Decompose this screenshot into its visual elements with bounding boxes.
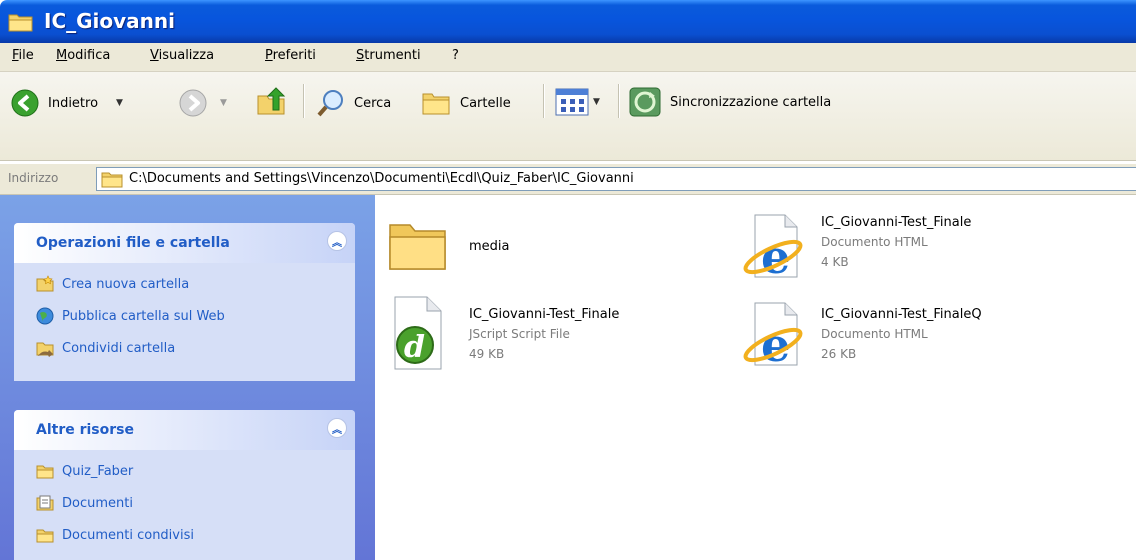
forward-button[interactable]: ▼ (178, 88, 227, 118)
folder-icon (101, 172, 123, 188)
up-folder-icon (257, 87, 286, 115)
menu-file[interactable]: File (12, 48, 34, 63)
address-input[interactable]: C:\Documents and Settings\Vincenzo\Docum… (96, 167, 1136, 191)
search-button[interactable]: Cerca (316, 88, 391, 118)
folders-icon (422, 93, 450, 115)
link-label: Documenti condivisi (62, 527, 194, 543)
views-button[interactable]: ▼ (555, 88, 600, 116)
toolbar-separator (543, 84, 545, 118)
link-label: Crea nuova cartella (62, 276, 190, 292)
file-size: 4 KB (821, 255, 849, 269)
toolbar: Indietro ▼ ▼ Cerca Cartelle ▼ Sincronizz… (0, 72, 1136, 161)
folder-icon (36, 465, 54, 479)
search-icon (317, 90, 343, 117)
link-label: Documenti (62, 495, 133, 511)
sync-folder-button[interactable]: Sincronizzazione cartella (628, 86, 831, 118)
file-size: 49 KB (469, 347, 505, 361)
file-size: 26 KB (821, 347, 857, 361)
internet-explorer-icon: e (743, 214, 803, 281)
svg-text:e: e (761, 230, 790, 281)
views-icon (555, 88, 589, 116)
share-folder-icon (36, 342, 54, 357)
forward-arrow-icon (179, 89, 207, 117)
share-folder-link[interactable]: Condividi cartella (36, 339, 175, 357)
documents-icon (36, 495, 54, 511)
menu-help[interactable]: ? (452, 48, 459, 63)
quiz-faber-link[interactable]: Quiz_Faber (36, 462, 133, 480)
file-item-html-test-finale[interactable]: e IC_Giovanni-Test_Finale Documento HTML… (735, 211, 1115, 287)
shared-documents-link[interactable]: Documenti condivisi (36, 526, 194, 544)
menu-bar: File Modifica Visualizza Preferiti Strum… (0, 43, 1136, 72)
explorer-window: IC_Giovanni File Modifica Visualizza Pre… (0, 0, 1136, 560)
folder-icon (389, 224, 446, 270)
file-item-media[interactable]: media (385, 213, 665, 283)
internet-explorer-icon: e (743, 302, 803, 369)
folder-icon (8, 14, 33, 32)
address-path: C:\Documents and Settings\Vincenzo\Docum… (129, 171, 634, 186)
other-places-panel: Altre risorse ︽ Quiz_Faber Documenti Doc… (14, 410, 355, 560)
documents-link[interactable]: Documenti (36, 494, 133, 512)
new-folder-icon (36, 275, 54, 292)
svg-text:e: e (761, 318, 790, 369)
menu-preferiti[interactable]: Preferiti (265, 48, 316, 63)
file-folder-tasks-panel: Operazioni file e cartella ︽ Crea nuova … (14, 223, 355, 381)
jscript-file-icon: d (394, 296, 442, 370)
menu-modifica[interactable]: Modifica (56, 48, 110, 63)
folders-label: Cartelle (460, 95, 511, 111)
back-label: Indietro (48, 95, 99, 111)
collapse-chevron-icon[interactable]: ︽ (327, 231, 347, 251)
panel-title: Altre risorse (36, 422, 134, 438)
folder-icon (36, 529, 54, 543)
create-folder-link[interactable]: Crea nuova cartella (36, 275, 189, 293)
window-title: IC_Giovanni (44, 9, 175, 33)
link-label: Pubblica cartella sul Web (62, 308, 225, 324)
file-type: JScript Script File (469, 327, 570, 341)
link-label: Condividi cartella (62, 340, 176, 356)
file-name: media (469, 239, 510, 254)
menu-strumenti[interactable]: Strumenti (356, 48, 421, 63)
file-folder-tasks-header[interactable]: Operazioni file e cartella ︽ (14, 223, 355, 263)
toolbar-separator (303, 84, 305, 118)
other-places-header[interactable]: Altre risorse ︽ (14, 410, 355, 450)
file-name: IC_Giovanni-Test_Finale (821, 215, 972, 230)
address-label: Indirizzo (8, 171, 59, 185)
up-folder-button[interactable] (255, 86, 289, 118)
file-type: Documento HTML (821, 235, 928, 249)
publish-web-link[interactable]: Pubblica cartella sul Web (36, 307, 225, 325)
forward-dropdown-icon[interactable]: ▼ (220, 98, 227, 108)
file-item-js-test-finale[interactable]: d IC_Giovanni-Test_Finale JScript Script… (385, 295, 725, 375)
back-button[interactable]: Indietro ▼ (10, 88, 123, 118)
panel-title: Operazioni file e cartella (36, 235, 230, 251)
back-arrow-icon (11, 89, 39, 117)
task-pane: Operazioni file e cartella ︽ Crea nuova … (0, 195, 375, 560)
sync-label: Sincronizzazione cartella (670, 94, 832, 110)
back-dropdown-icon[interactable]: ▼ (116, 98, 123, 108)
collapse-chevron-icon[interactable]: ︽ (327, 418, 347, 438)
svg-text:d: d (404, 330, 425, 365)
address-bar: Indirizzo C:\Documents and Settings\Vinc… (0, 163, 1136, 195)
toolbar-separator (618, 84, 620, 118)
globe-icon (36, 307, 54, 325)
title-bar[interactable]: IC_Giovanni (0, 0, 1136, 43)
views-dropdown-icon[interactable]: ▼ (593, 97, 600, 107)
sync-icon (629, 87, 661, 117)
folders-button[interactable]: Cartelle (420, 88, 511, 118)
link-label: Quiz_Faber (62, 463, 134, 479)
file-list: media e IC_Giovanni-Test_Finale Document… (375, 195, 1136, 560)
file-name: IC_Giovanni-Test_Finale (469, 307, 620, 322)
search-label: Cerca (354, 95, 392, 111)
file-name: IC_Giovanni-Test_FinaleQ (821, 307, 982, 322)
menu-visualizza[interactable]: Visualizza (150, 48, 214, 63)
file-type: Documento HTML (821, 327, 928, 341)
file-item-html-test-finaleq[interactable]: e IC_Giovanni-Test_FinaleQ Documento HTM… (735, 299, 1115, 375)
